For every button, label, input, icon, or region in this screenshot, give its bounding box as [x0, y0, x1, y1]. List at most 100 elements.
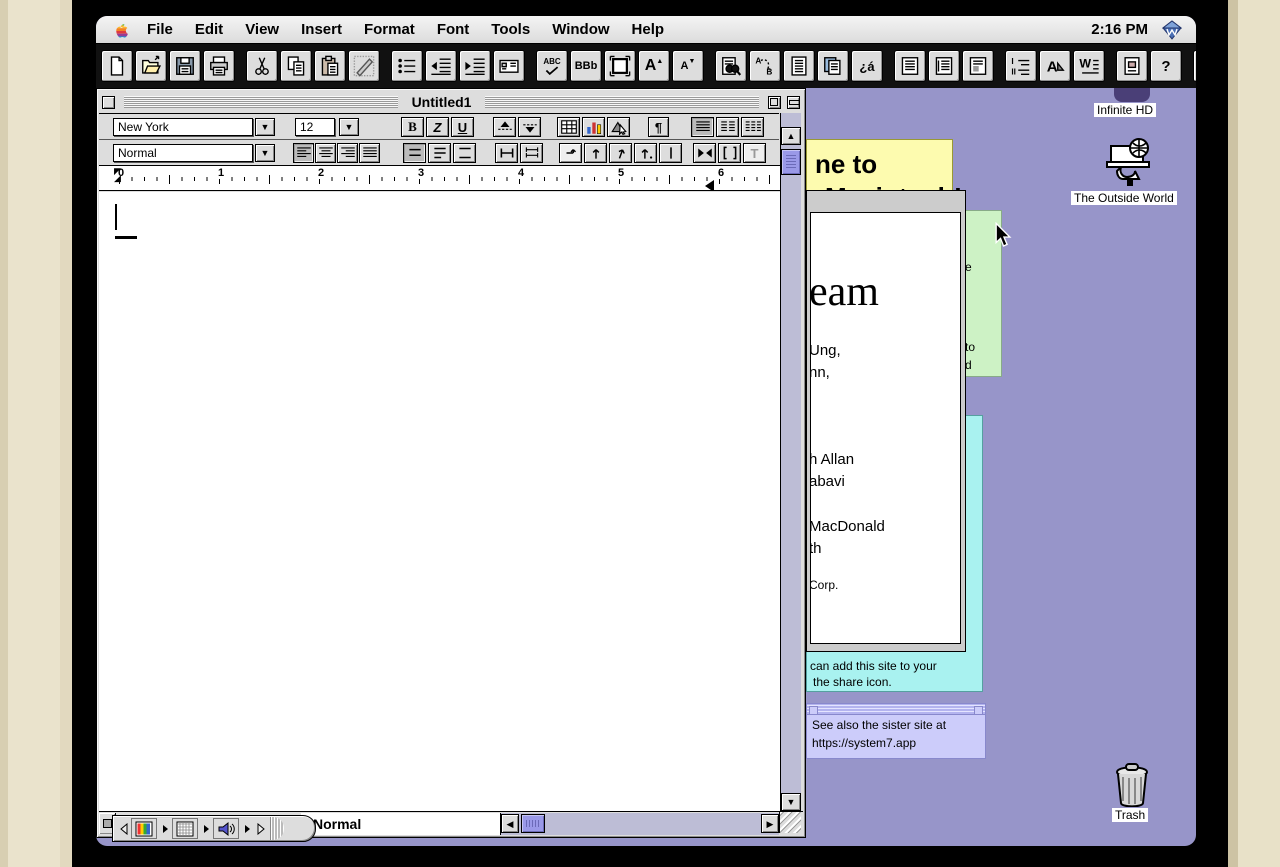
style-combo[interactable]: Normal — [113, 144, 253, 162]
find-button[interactable] — [715, 50, 747, 82]
resize-grip[interactable] — [779, 811, 801, 833]
print-button[interactable] — [203, 50, 235, 82]
cut-button[interactable] — [246, 50, 278, 82]
right-tab-button[interactable] — [609, 143, 632, 163]
center-tab-button[interactable] — [584, 143, 607, 163]
menu-edit[interactable]: Edit — [184, 21, 234, 38]
decrease-indent-button[interactable] — [425, 50, 457, 82]
align-center-button[interactable] — [315, 143, 336, 163]
team-window[interactable]: eam Ung, nn, h Allan abavi MacDonald th … — [806, 190, 966, 652]
space-before-button[interactable] — [495, 143, 518, 163]
module-expand-arrow[interactable] — [240, 818, 254, 839]
style-dropdown[interactable]: ▼ — [255, 144, 275, 162]
left-tab-button[interactable] — [559, 143, 582, 163]
font-size-combo[interactable]: 12 — [295, 118, 335, 136]
bulleted-list-button[interactable] — [391, 50, 423, 82]
sticky-note-titlebar[interactable] — [807, 704, 985, 715]
menu-view[interactable]: View — [234, 21, 290, 38]
page-layout-view-button[interactable] — [962, 50, 994, 82]
word-count-button[interactable]: W — [1073, 50, 1105, 82]
envelope-button[interactable] — [493, 50, 525, 82]
trash-label[interactable]: Trash — [1112, 808, 1149, 822]
ruler[interactable]: 0 1 2 3 4 5 6 ◤ ◢ — [99, 165, 781, 191]
open-button[interactable] — [135, 50, 167, 82]
format-painter-button[interactable] — [348, 50, 380, 82]
formatting-marks-button[interactable]: BBb — [570, 50, 602, 82]
control-strip-left-arrow[interactable] — [117, 818, 131, 839]
menu-bar-clock[interactable]: 2:16 PM — [1091, 21, 1148, 38]
trash-icon[interactable] — [1110, 761, 1154, 808]
module-expand-arrow[interactable] — [158, 818, 172, 839]
collapse-box[interactable] — [787, 95, 801, 109]
menu-insert[interactable]: Insert — [290, 21, 353, 38]
double-space-button[interactable] — [453, 143, 476, 163]
underline-button[interactable]: U — [451, 117, 474, 137]
bold-button[interactable]: B — [401, 117, 424, 137]
outline-view-button[interactable]: I II — [1005, 50, 1037, 82]
paste-button[interactable] — [314, 50, 346, 82]
document-page[interactable] — [99, 192, 781, 811]
increase-indent-button[interactable] — [459, 50, 491, 82]
color-depth-module[interactable] — [131, 818, 157, 839]
decimal-tab-button[interactable] — [634, 143, 657, 163]
menu-format[interactable]: Format — [353, 21, 426, 38]
infinite-hd-label[interactable]: Infinite HD — [1094, 103, 1157, 117]
font-size-dropdown[interactable]: ▼ — [339, 118, 359, 136]
show-paragraph-button[interactable]: ¶ — [648, 117, 669, 137]
scroll-down-button[interactable]: ▼ — [781, 793, 801, 811]
single-space-button[interactable] — [403, 143, 426, 163]
columns-one-button[interactable] — [691, 117, 714, 137]
menu-file[interactable]: File — [136, 21, 184, 38]
menu-tools[interactable]: Tools — [480, 21, 541, 38]
horizontal-scrollbar[interactable]: ◀ ▶ — [501, 813, 779, 835]
menu-font[interactable]: Font — [426, 21, 480, 38]
zoom-box[interactable] — [768, 95, 782, 109]
new-document-button[interactable] — [101, 50, 133, 82]
text-tool-button[interactable]: T — [743, 143, 766, 163]
drawing-button[interactable] — [1116, 50, 1148, 82]
menu-window[interactable]: Window — [541, 21, 620, 38]
purple-note-line2[interactable]: https://system7.app — [812, 735, 916, 751]
horizontal-scroll-thumb[interactable] — [521, 814, 545, 833]
insert-object-button[interactable] — [607, 117, 630, 137]
insert-chart-button[interactable] — [582, 117, 605, 137]
indent-marker-right[interactable] — [705, 180, 714, 190]
shrink-font-button[interactable]: A ▼ — [672, 50, 704, 82]
frame-button[interactable] — [604, 50, 636, 82]
bar-tab-button[interactable] — [659, 143, 682, 163]
columns-three-button[interactable] — [741, 117, 764, 137]
help-button[interactable]: ? — [1150, 50, 1182, 82]
international-button[interactable]: ¿á — [851, 50, 883, 82]
indent-marker-left[interactable]: ◤ ◢ — [114, 167, 121, 183]
subscript-button[interactable] — [518, 117, 541, 137]
font-styles-button[interactable]: A — [1039, 50, 1071, 82]
control-strip-right-arrow[interactable] — [254, 818, 268, 839]
control-strip[interactable] — [112, 815, 316, 842]
vertical-scroll-thumb[interactable] — [781, 149, 801, 175]
document-layout-button[interactable] — [783, 50, 815, 82]
font-name-combo[interactable]: New York — [113, 118, 253, 136]
control-strip-tab[interactable] — [270, 817, 284, 840]
close-box[interactable] — [102, 95, 115, 109]
onehalf-space-button[interactable] — [428, 143, 451, 163]
align-left-button[interactable] — [293, 143, 314, 163]
italic-button[interactable]: Z — [426, 117, 449, 137]
word-app-menu-icon[interactable] — [1162, 19, 1182, 40]
window-titlebar[interactable]: Untitled1 — [99, 91, 803, 113]
apple-menu-icon[interactable] — [112, 21, 130, 39]
purple-sticky-note[interactable]: See also the sister site at https://syst… — [806, 703, 986, 759]
fit-text-button[interactable] — [693, 143, 716, 163]
online-layout-view-button[interactable] — [928, 50, 960, 82]
normal-view-button[interactable] — [894, 50, 926, 82]
space-after-button[interactable] — [520, 143, 543, 163]
copy-button[interactable] — [280, 50, 312, 82]
scroll-left-button[interactable]: ◀ — [501, 814, 519, 833]
save-button[interactable] — [169, 50, 201, 82]
resolution-module[interactable] — [172, 818, 198, 839]
align-right-button[interactable] — [337, 143, 358, 163]
scroll-up-button[interactable]: ▲ — [781, 127, 801, 145]
menu-help[interactable]: Help — [621, 21, 676, 38]
columns-two-button[interactable] — [716, 117, 739, 137]
vertical-scrollbar[interactable]: ▲ ▼ — [780, 113, 801, 811]
versions-button[interactable] — [817, 50, 849, 82]
